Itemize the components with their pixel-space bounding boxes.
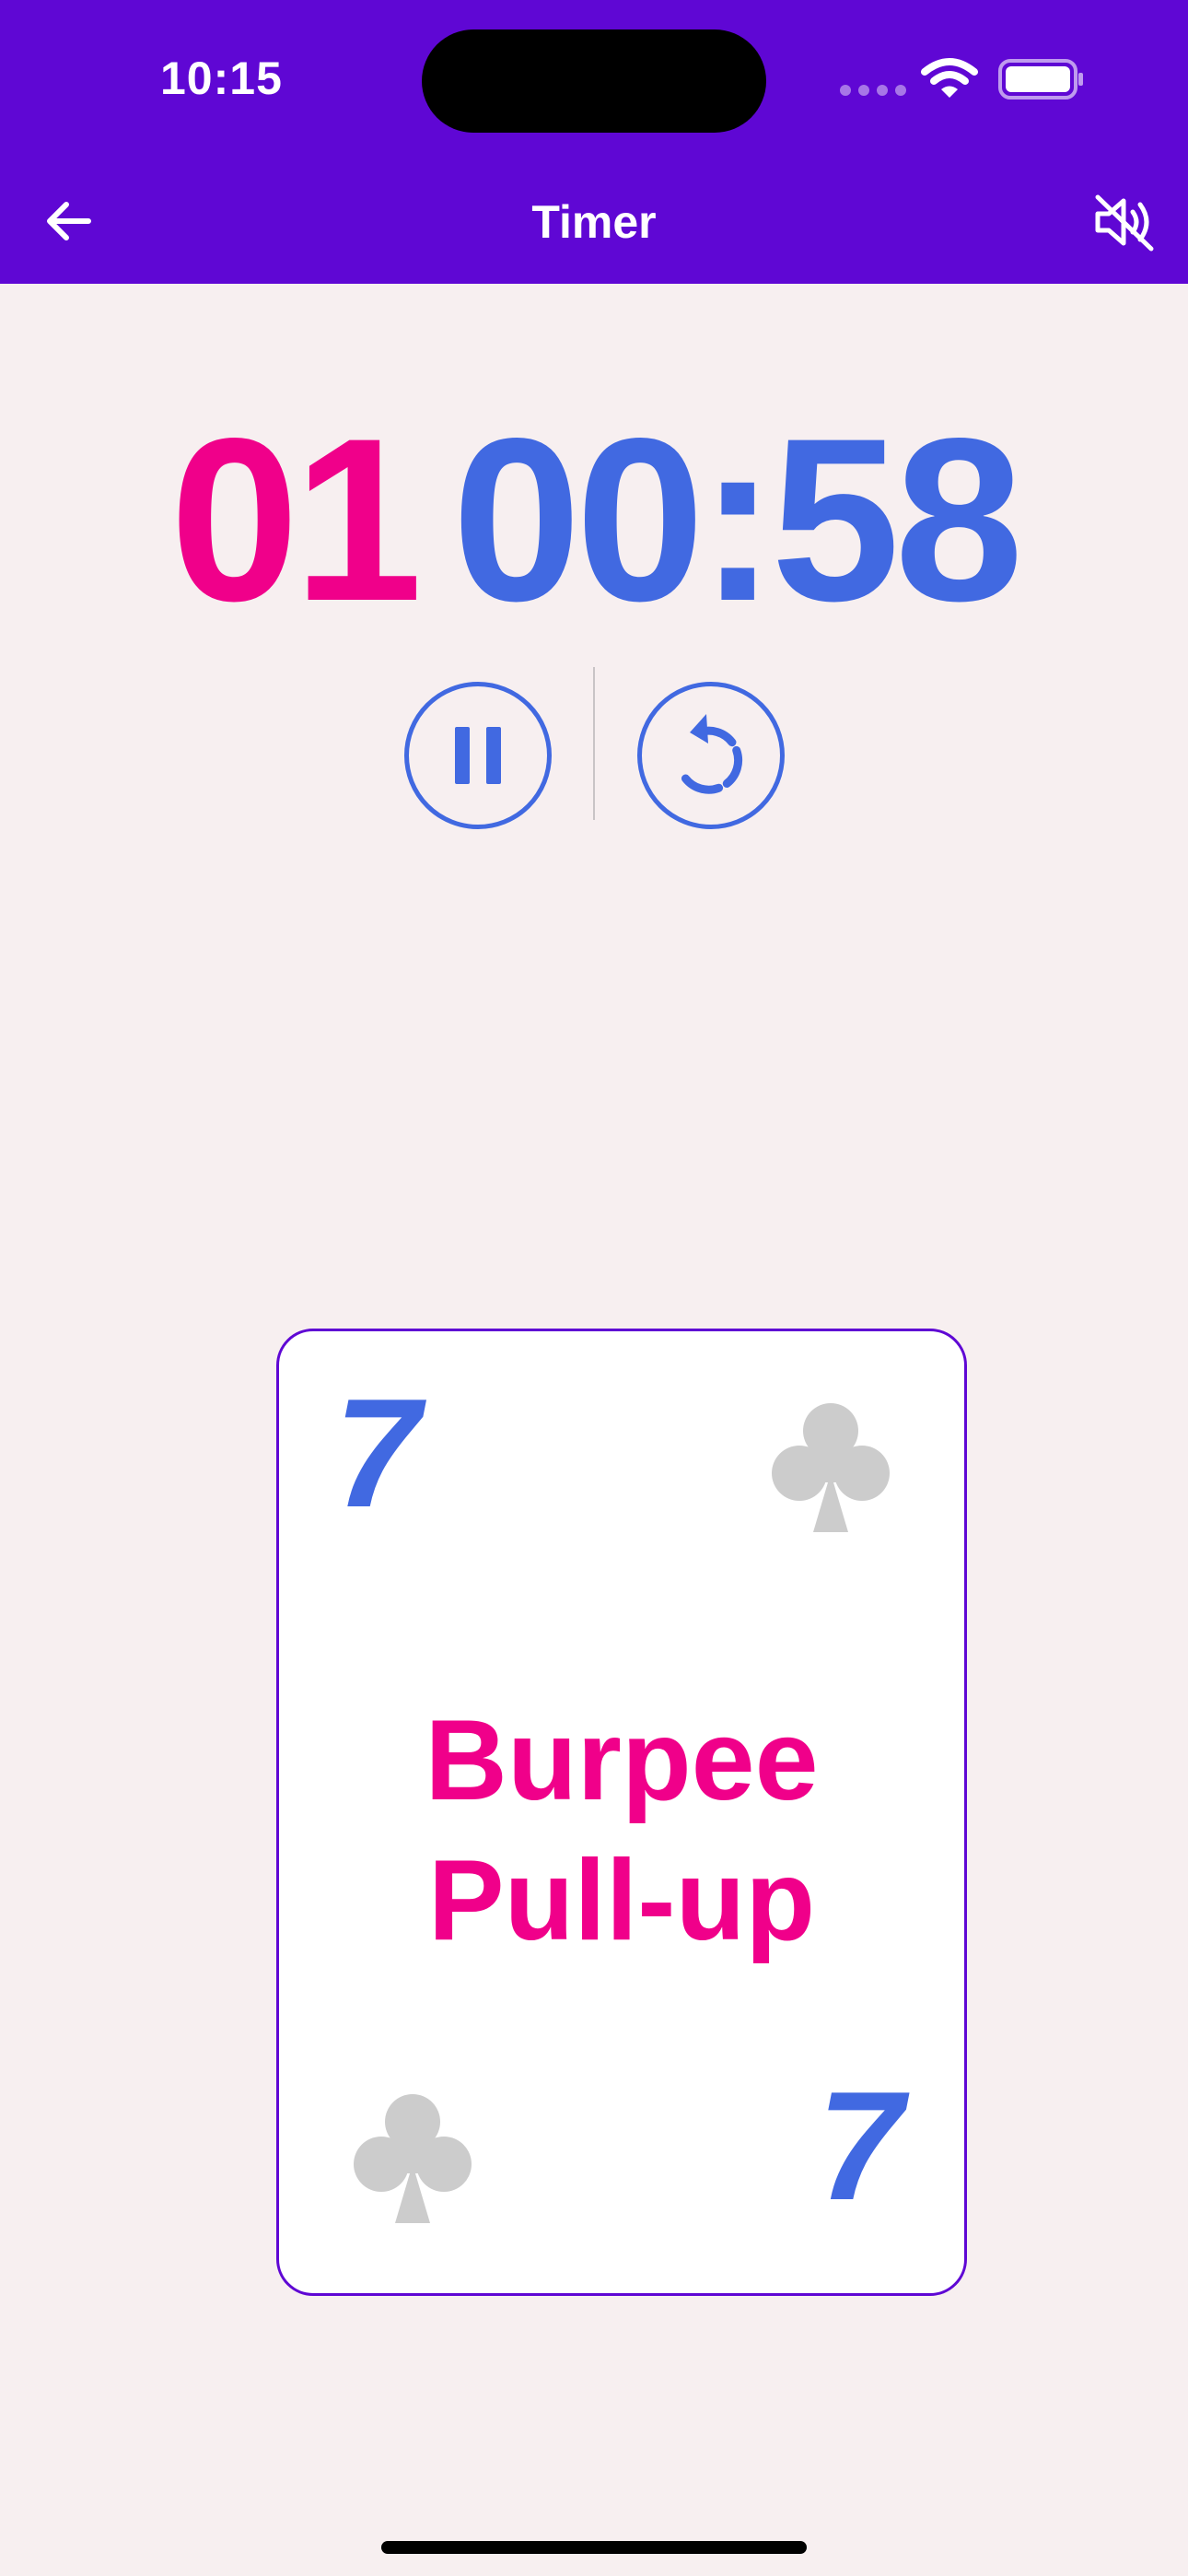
controls-divider bbox=[593, 667, 595, 820]
club-suit-icon bbox=[772, 1403, 890, 1532]
wifi-icon bbox=[921, 58, 978, 98]
speaker-muted-icon[interactable] bbox=[1092, 192, 1159, 252]
header: 10:15 Timer bbox=[0, 0, 1188, 284]
card-rank-bottom: 7 bbox=[817, 2059, 903, 2232]
reset-button[interactable] bbox=[637, 682, 785, 829]
exercise-line-2: Pull-up bbox=[427, 1837, 816, 1964]
battery-icon bbox=[998, 59, 1083, 100]
pause-button[interactable] bbox=[404, 682, 552, 829]
page-title: Timer bbox=[531, 196, 657, 248]
timer-display: 01 00:58 bbox=[0, 404, 1188, 637]
dynamic-island bbox=[422, 29, 766, 133]
exercise-line-1: Burpee bbox=[425, 1697, 819, 1824]
countdown-clock: 00:58 bbox=[451, 391, 1024, 650]
screen: 10:15 Timer 01 00:58 7 Burpee Pull-up 7 bbox=[0, 0, 1188, 2576]
exercise-card[interactable]: 7 Burpee Pull-up 7 bbox=[276, 1329, 967, 2296]
round-counter: 01 bbox=[169, 391, 423, 650]
club-suit-icon bbox=[354, 2094, 472, 2223]
cellular-signal-icon bbox=[840, 85, 906, 98]
home-indicator[interactable] bbox=[381, 2541, 807, 2554]
card-rank-top: 7 bbox=[334, 1366, 421, 1540]
pause-icon bbox=[455, 727, 501, 784]
status-time: 10:15 bbox=[160, 53, 283, 104]
reset-icon bbox=[680, 714, 743, 794]
exercise-name: Burpee Pull-up bbox=[279, 1691, 964, 1971]
